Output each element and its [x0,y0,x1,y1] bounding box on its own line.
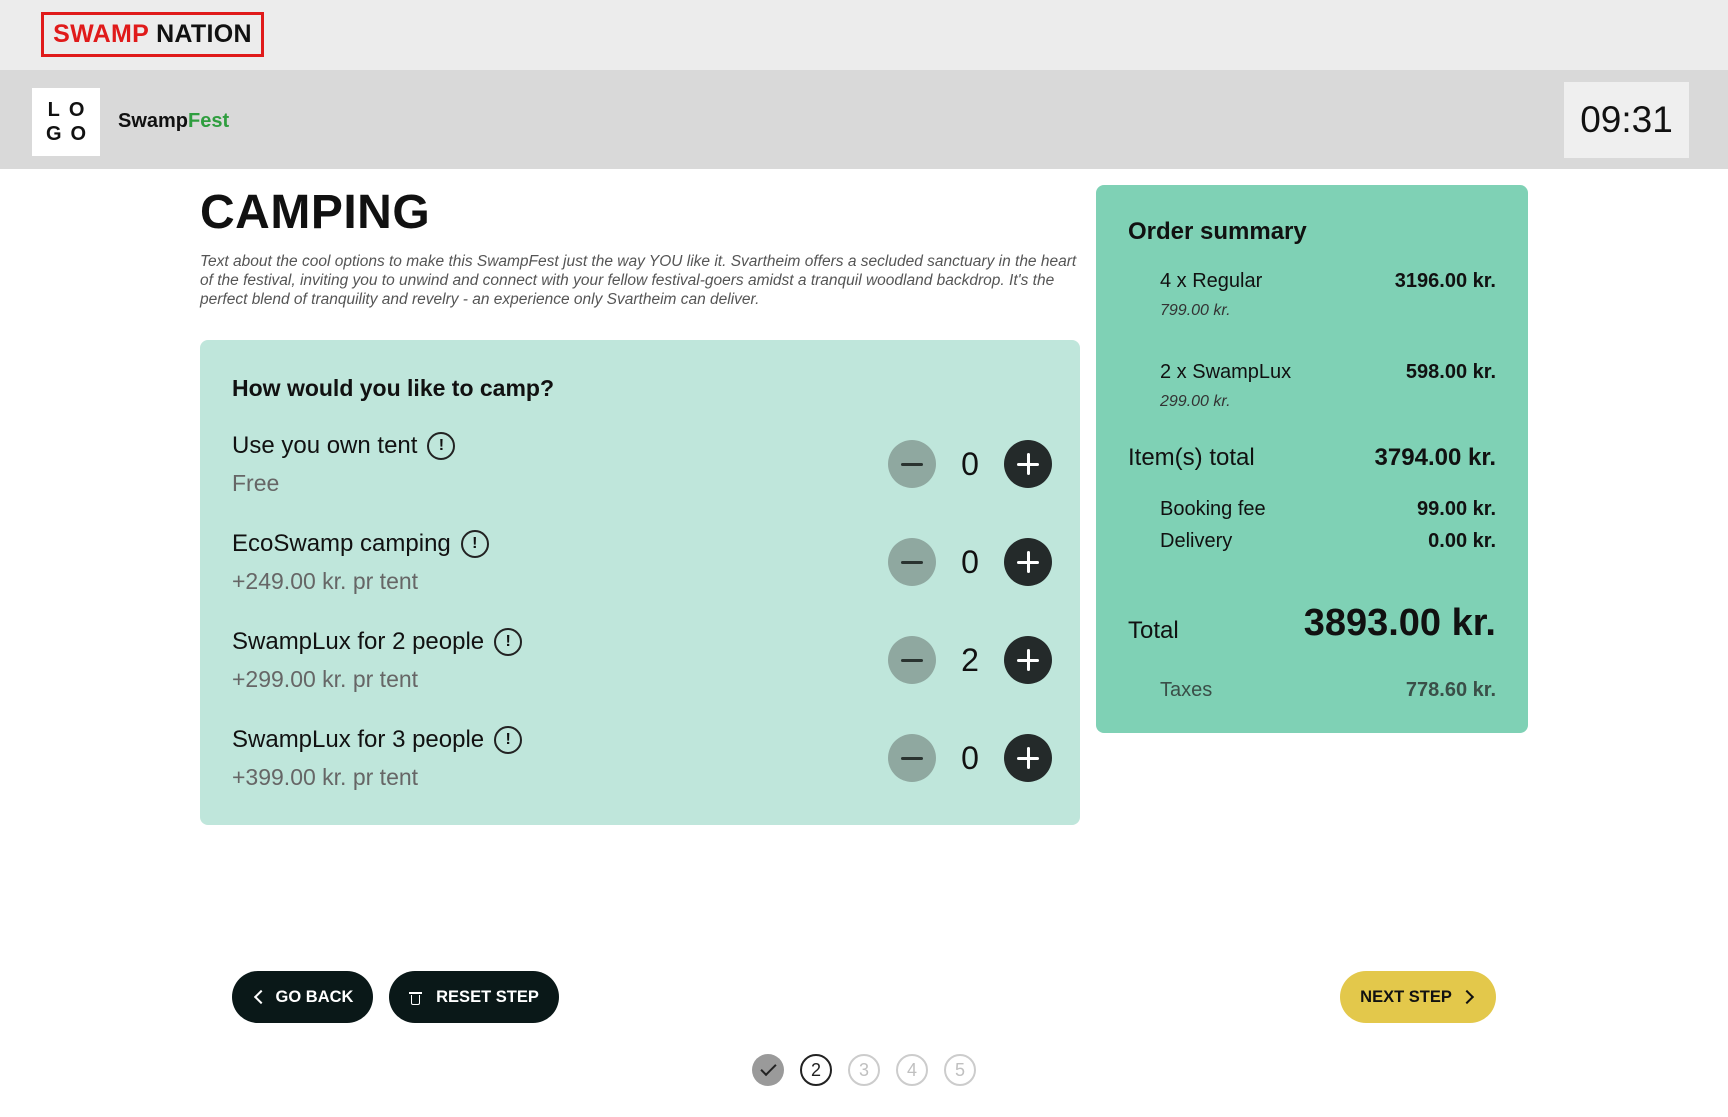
summary-title: Order summary [1128,218,1307,245]
option-price: Free [232,470,280,496]
camping-option-swamplux-3: SwampLux for 3 people ! +399.00 kr. pr t… [232,726,1052,816]
increase-button[interactable] [1004,538,1052,586]
quantity-value: 0 [961,445,979,482]
quantity-stepper: 0 [888,734,1052,782]
plus-icon-vertical [1026,453,1030,475]
minus-icon [901,756,923,760]
site-name: SwampFest [118,110,229,133]
summary-item-label: 4 x Regular [1160,270,1263,292]
option-price: +249.00 kr. pr tent [232,568,419,594]
quantity-value: 0 [961,739,979,776]
option-name: SwampLux for 2 people ! [232,628,523,656]
chevron-right-icon [1459,989,1474,1005]
step-4: 4 [896,1054,928,1086]
items-total-label: Item(s) total [1128,444,1255,471]
taxes-amount: 778.60 kr. [1405,679,1496,701]
quantity-stepper: 0 [888,538,1052,586]
total-amount: 3893.00 kr. [1303,602,1496,644]
summary-item-unit-price: 799.00 kr. [1160,302,1231,319]
camping-option-ecoswamp: EcoSwamp camping ! +249.00 kr. pr tent 0 [232,530,1052,620]
info-icon[interactable]: ! [494,726,523,754]
camping-option-own-tent: Use you own tent ! Free 0 [232,432,1052,522]
brand-logo[interactable]: SWAMP NATION [41,12,264,57]
next-step-label: NEXT STEP [1360,987,1452,1006]
order-summary: Order summary 4 x Regular 3196.00 kr. 79… [1096,185,1528,733]
quantity-value: 0 [961,543,979,580]
countdown-timer: 09:31 [1564,82,1689,158]
quantity-stepper: 0 [888,440,1052,488]
info-icon[interactable]: ! [460,530,489,558]
option-name: EcoSwamp camping ! [232,530,489,558]
camping-options-card: How would you like to camp? Use you own … [200,340,1080,825]
minus-icon [901,658,923,662]
option-label: EcoSwamp camping [232,530,451,557]
increase-button[interactable] [1004,734,1052,782]
logo-line2: GO [45,123,96,145]
option-name: Use you own tent ! [232,432,456,460]
option-label: Use you own tent [232,432,418,459]
go-back-button[interactable]: GO BACK [232,971,373,1023]
minus-icon [901,560,923,564]
next-step-button[interactable]: NEXT STEP [1340,971,1496,1023]
trash-icon [409,990,423,1005]
option-price: +399.00 kr. pr tent [232,764,419,790]
step-2-current[interactable]: 2 [800,1054,832,1086]
camping-question: How would you like to camp? [232,375,555,401]
reset-step-button[interactable]: RESET STEP [389,971,559,1023]
decrease-button[interactable] [888,538,936,586]
summary-item-unit-price: 299.00 kr. [1160,393,1231,410]
page-title: CAMPING [200,186,431,239]
chevron-left-icon [253,989,268,1005]
trash-lid [409,991,423,994]
summary-item-amount: 598.00 kr. [1405,361,1496,383]
decrease-button[interactable] [888,734,936,782]
plus-icon-vertical [1026,551,1030,573]
step-5: 5 [944,1054,976,1086]
site-header: LO GO SwampFest 09:31 [0,70,1728,169]
page-intro: Text about the cool options to make this… [200,253,1077,308]
step-3: 3 [848,1054,880,1086]
go-back-label: GO BACK [275,987,354,1006]
brand-part1: SWAMP [53,20,150,48]
decrease-button[interactable] [888,440,936,488]
increase-button[interactable] [1004,440,1052,488]
option-name: SwampLux for 3 people ! [232,726,523,754]
quantity-stepper: 2 [888,636,1052,684]
option-label: SwampLux for 2 people [232,628,485,655]
info-icon[interactable]: ! [494,628,523,656]
brand-part2: NATION [156,20,252,48]
summary-item-amount: 3196.00 kr. [1394,270,1496,292]
site-name-part1: Swamp [118,110,189,132]
option-label: SwampLux for 3 people [232,726,485,753]
decrease-button[interactable] [888,636,936,684]
quantity-value: 2 [961,641,979,678]
taxes-label: Taxes [1160,679,1213,701]
step-1-completed[interactable] [752,1054,784,1086]
option-price: +299.00 kr. pr tent [232,666,419,692]
total-label: Total [1128,617,1179,644]
site-name-part2: Fest [188,110,230,132]
delivery-amount: 0.00 kr. [1428,530,1496,552]
booking-fee-label: Booking fee [1160,498,1266,520]
step-indicator: 2 3 4 5 [752,1054,992,1086]
site-logo[interactable]: LO GO [32,88,100,156]
camping-option-swamplux-2: SwampLux for 2 people ! +299.00 kr. pr t… [232,628,1052,718]
increase-button[interactable] [1004,636,1052,684]
reset-step-label: RESET STEP [436,987,539,1006]
logo-line1: LO [47,99,94,121]
booking-fee-amount: 99.00 kr. [1417,498,1496,520]
minus-icon [901,462,923,466]
items-total-amount: 3794.00 kr. [1374,444,1496,471]
plus-icon-vertical [1026,747,1030,769]
check-icon [759,1059,777,1077]
trash-can [411,994,421,1005]
delivery-label: Delivery [1160,530,1233,552]
plus-icon-vertical [1026,649,1030,671]
info-icon[interactable]: ! [427,432,456,460]
top-bar: SWAMP NATION [0,0,1728,70]
summary-item-label: 2 x SwampLux [1160,361,1292,383]
